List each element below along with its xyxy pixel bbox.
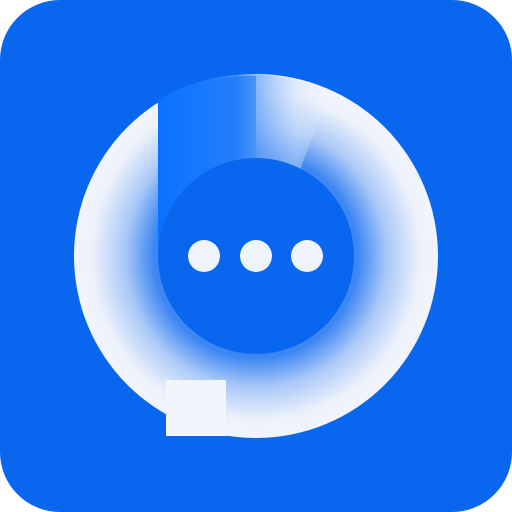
dot-2 (240, 240, 272, 272)
app-icon (0, 0, 512, 512)
app-icon-graphic (0, 0, 512, 512)
dot-3 (291, 240, 323, 272)
ellipsis-icon (188, 240, 323, 272)
dot-1 (188, 240, 220, 272)
